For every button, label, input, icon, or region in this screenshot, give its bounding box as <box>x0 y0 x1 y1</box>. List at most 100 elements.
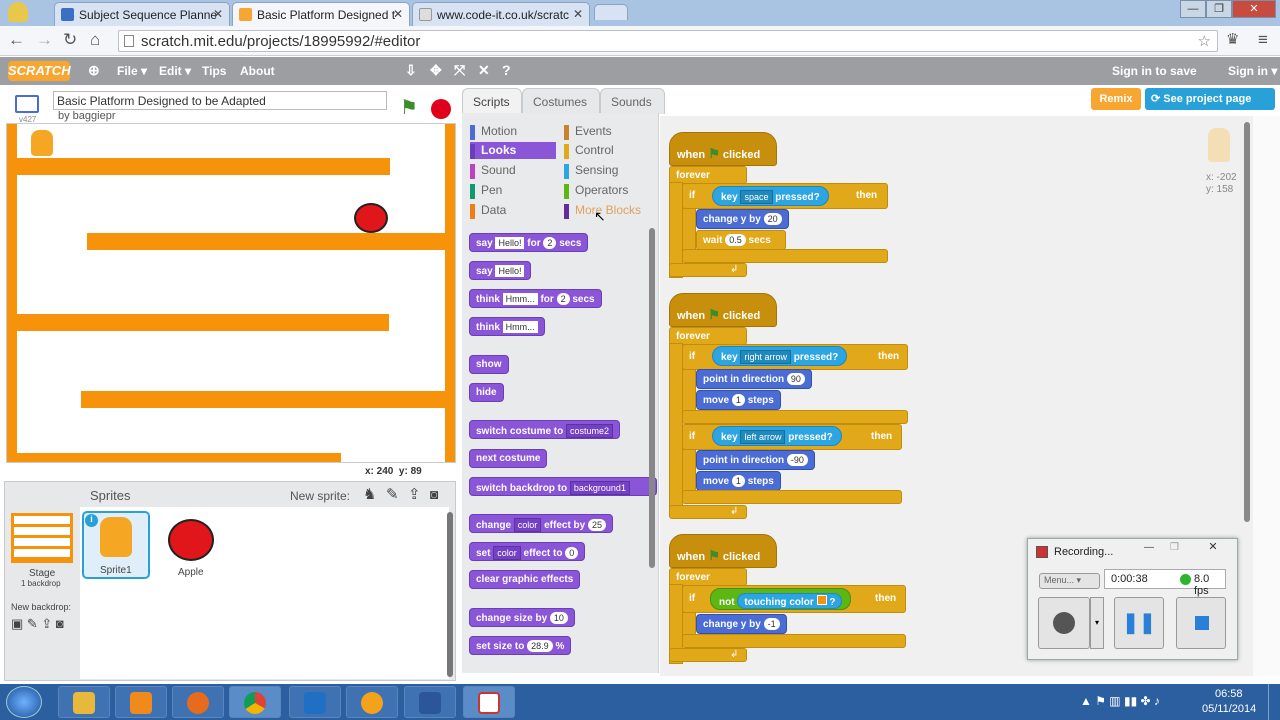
menu-tips[interactable]: Tips <box>202 64 226 78</box>
fullscreen-icon[interactable] <box>15 95 39 113</box>
star-icon[interactable]: ☆ <box>1198 32 1211 50</box>
menu-about[interactable]: About <box>240 64 275 78</box>
close-window-icon[interactable]: ✕ <box>1232 0 1276 18</box>
reload-icon[interactable]: ↻ <box>63 30 77 50</box>
key-dropdown[interactable]: space <box>740 190 773 204</box>
help-icon[interactable]: ? <box>502 62 511 78</box>
scratch-logo[interactable]: SCRATCH <box>8 61 71 81</box>
close-tab-icon[interactable]: ✕ <box>393 7 403 21</box>
chrome-profile-icon[interactable] <box>8 2 28 22</box>
script-scrollbar[interactable] <box>1244 122 1250 522</box>
minimize-icon[interactable]: — <box>1180 0 1206 18</box>
when-flag-clicked-block[interactable]: when ⚑ clicked <box>669 293 777 327</box>
tab-scripts[interactable]: Scripts <box>462 88 522 114</box>
block-input[interactable]: 25 <box>588 519 607 531</box>
block-input[interactable]: Hello! <box>495 237 525 249</box>
taskbar-explorer[interactable] <box>58 686 110 718</box>
maximize-icon[interactable]: ❐ <box>1206 0 1232 18</box>
category-operators[interactable]: Operators <box>564 182 652 199</box>
change-y-block[interactable]: change y by 20 <box>696 209 789 229</box>
block-input[interactable]: 2 <box>543 237 557 249</box>
record-button[interactable] <box>1038 597 1090 649</box>
globe-icon[interactable]: ⊕ <box>88 62 100 79</box>
home-icon[interactable]: ⌂ <box>90 30 100 50</box>
backdrop-tools-icon[interactable]: ▣ ✎ ⇪ ◙ <box>11 616 64 632</box>
shrink-icon[interactable]: ✕ <box>478 62 490 79</box>
block-input[interactable]: Hmm... <box>502 321 538 333</box>
block-say-for-secs[interactable]: say Hello! for 2 secs <box>469 233 589 252</box>
info-icon[interactable]: i <box>85 514 98 527</box>
when-flag-clicked-block[interactable]: when ⚑ clicked <box>669 534 777 568</box>
block-show[interactable]: show <box>469 355 509 374</box>
category-more-blocks[interactable]: More Blocks <box>564 202 652 219</box>
palette-scrollbar[interactable] <box>649 228 655 568</box>
record-options-button[interactable]: ▾ <box>1090 597 1104 649</box>
category-events[interactable]: Events <box>564 123 652 140</box>
menu-edit[interactable]: Edit ▾ <box>159 64 191 78</box>
close-tab-icon[interactable]: ✕ <box>573 7 583 21</box>
menu-icon[interactable]: ≡ <box>1258 30 1268 50</box>
block-dropdown[interactable]: color <box>493 546 521 560</box>
remix-button[interactable]: Remix <box>1091 88 1141 110</box>
block-input[interactable]: Hmm... <box>502 293 538 305</box>
move-steps-block[interactable]: move 1 steps <box>696 471 781 491</box>
not-operator-block[interactable]: not touching color ? <box>710 588 852 610</box>
key-dropdown[interactable]: right arrow <box>740 350 791 364</box>
block-input[interactable]: -1 <box>763 618 780 630</box>
category-motion[interactable]: Motion <box>470 123 558 140</box>
key-pressed-block[interactable]: key space pressed? <box>712 186 829 206</box>
block-input[interactable]: 1 <box>731 475 745 487</box>
tray-icons[interactable]: ▲ ⚑ ▥ ▮▮ ✤ ♪ <box>1080 694 1160 708</box>
sprite-scrollbar[interactable] <box>447 512 453 677</box>
change-y-block[interactable]: change y by -1 <box>696 614 787 634</box>
camera-icon[interactable]: ◙ <box>430 486 438 502</box>
block-input[interactable]: 0 <box>565 547 579 559</box>
block-input[interactable]: Hello! <box>495 265 525 277</box>
block-input[interactable]: 20 <box>763 213 782 225</box>
wait-block[interactable]: wait 0.5 secs <box>696 230 786 250</box>
touching-color-block[interactable]: touching color ? <box>737 593 843 609</box>
point-in-direction-block[interactable]: point in direction -90 <box>696 450 815 470</box>
forward-icon[interactable]: → <box>36 30 53 50</box>
block-dropdown[interactable]: background1 <box>569 481 630 495</box>
taskbar-recorder[interactable] <box>463 686 515 718</box>
key-pressed-block[interactable]: key left arrow pressed? <box>712 426 842 446</box>
paint-icon[interactable]: ✎ <box>386 485 399 503</box>
taskbar-media[interactable] <box>346 686 398 718</box>
sign-in-to-save-link[interactable]: Sign in to save <box>1112 64 1197 78</box>
taskbar-word[interactable] <box>404 686 456 718</box>
sprite-tile[interactable]: Apple <box>156 511 228 579</box>
rec-menu-dropdown[interactable]: Menu... ▾ <box>1039 573 1100 589</box>
point-in-direction-block[interactable]: point in direction 90 <box>696 369 812 389</box>
block-input[interactable]: 2 <box>556 293 570 305</box>
category-sound[interactable]: Sound <box>470 162 558 179</box>
block-set-effect[interactable]: set color effect to 0 <box>469 542 586 561</box>
rec-maximize-icon[interactable]: ❐ <box>1170 542 1179 553</box>
start-button-icon[interactable] <box>6 686 42 718</box>
block-switch-backdrop[interactable]: switch backdrop to background1 <box>469 477 657 496</box>
block-say[interactable]: say Hello! <box>469 261 532 280</box>
block-switch-costume[interactable]: switch costume to costume2 <box>469 420 621 439</box>
block-change-effect[interactable]: change color effect by 25 <box>469 514 614 533</box>
taskbar-amazon[interactable] <box>115 686 167 718</box>
taskbar-firefox[interactable] <box>172 686 224 718</box>
project-title-input[interactable] <box>53 91 387 110</box>
stop-recording-button[interactable] <box>1176 597 1226 649</box>
url-input[interactable]: scratch.mit.edu/projects/18995992/#edito… <box>118 30 1218 52</box>
category-control[interactable]: Control <box>564 142 652 159</box>
block-input[interactable]: -90 <box>786 454 808 466</box>
duplicate-icon[interactable]: ⇩ <box>405 62 417 79</box>
tab-scratch[interactable]: Basic Platform Designed t ✕ <box>232 2 410 26</box>
sprite-library-icon[interactable]: ♞ <box>363 485 376 503</box>
key-dropdown[interactable]: left arrow <box>740 430 786 444</box>
block-dropdown[interactable]: color <box>513 518 542 532</box>
move-steps-block[interactable]: move 1 steps <box>696 390 781 410</box>
block-dropdown[interactable]: costume2 <box>566 424 614 438</box>
block-next-costume[interactable]: next costume <box>469 449 548 468</box>
color-swatch[interactable] <box>816 595 827 605</box>
rec-close-icon[interactable]: ✕ <box>1194 540 1232 556</box>
taskbar-chrome[interactable] <box>229 686 281 718</box>
block-input[interactable]: 1 <box>731 394 745 406</box>
upload-icon[interactable]: ⇪ <box>408 485 421 503</box>
tab-code-it[interactable]: www.code-it.co.uk/scratc ✕ <box>412 2 590 26</box>
